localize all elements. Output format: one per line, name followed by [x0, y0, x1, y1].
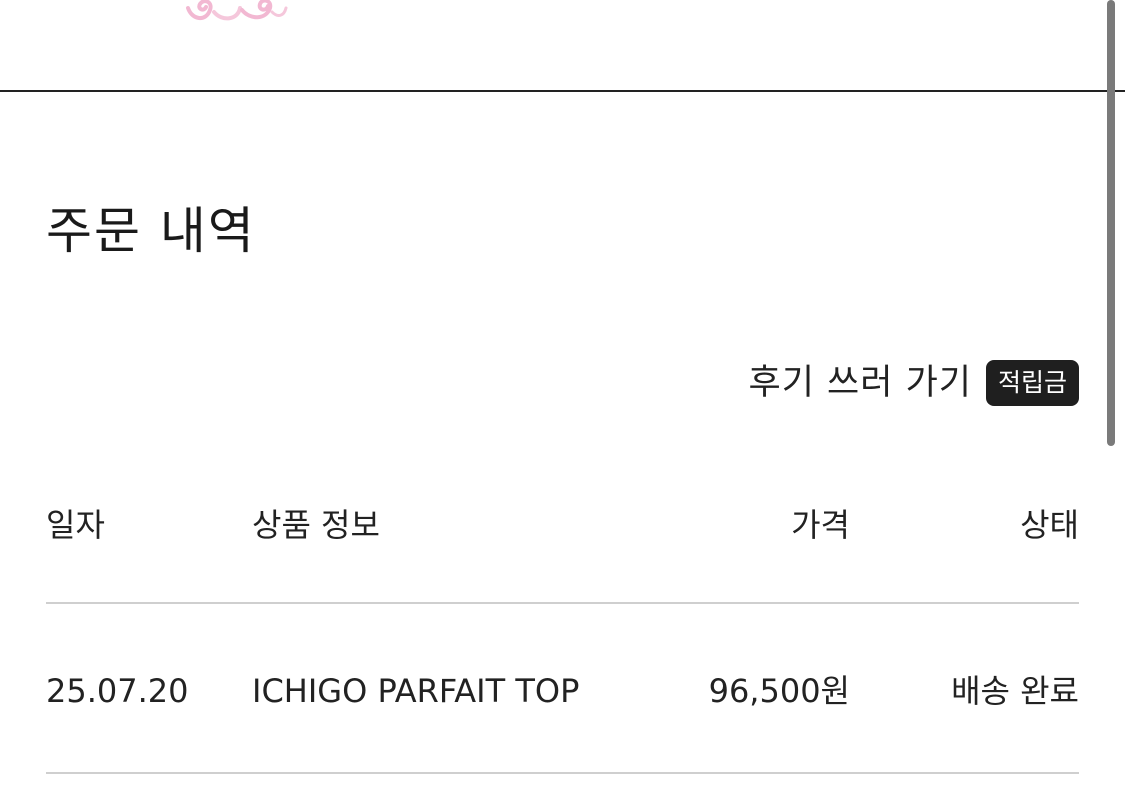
table-divider [46, 602, 1079, 604]
order-price: 96,500원 [708, 672, 850, 710]
column-header-product: 상품 정보 [252, 506, 380, 544]
column-header-price: 가격 [791, 506, 850, 544]
scrollbar-thumb[interactable] [1107, 0, 1115, 446]
table-row[interactable]: 25.07.20 ICHIGO PARFAIT TOP 96,500원 배송 완… [46, 656, 1079, 726]
write-review-link[interactable]: 후기 쓰러 가기 [749, 358, 972, 408]
column-header-date: 일자 [46, 506, 105, 544]
order-status: 배송 완료 [951, 672, 1079, 710]
table-divider [46, 772, 1079, 774]
order-product-link[interactable]: ICHIGO PARFAIT TOP [252, 656, 579, 726]
review-action-row: 후기 쓰러 가기 적립금 [749, 358, 1079, 408]
table-header-row: 일자 상품 정보 가격 상태 [46, 490, 1079, 560]
points-badge: 적립금 [985, 360, 1079, 406]
order-date: 25.07.20 [46, 672, 189, 710]
column-header-status: 상태 [1020, 506, 1079, 544]
page-title: 주문 내역 [46, 202, 256, 260]
brand-logo-icon[interactable] [180, 0, 290, 26]
site-header [0, 0, 1125, 92]
order-table: 일자 상품 정보 가격 상태 25.07.20 ICHIGO PARFAIT T… [46, 490, 1079, 774]
order-history-page: 주문 내역 후기 쓰러 가기 적립금 일자 상품 정보 가격 상태 25.07.… [0, 0, 1125, 806]
